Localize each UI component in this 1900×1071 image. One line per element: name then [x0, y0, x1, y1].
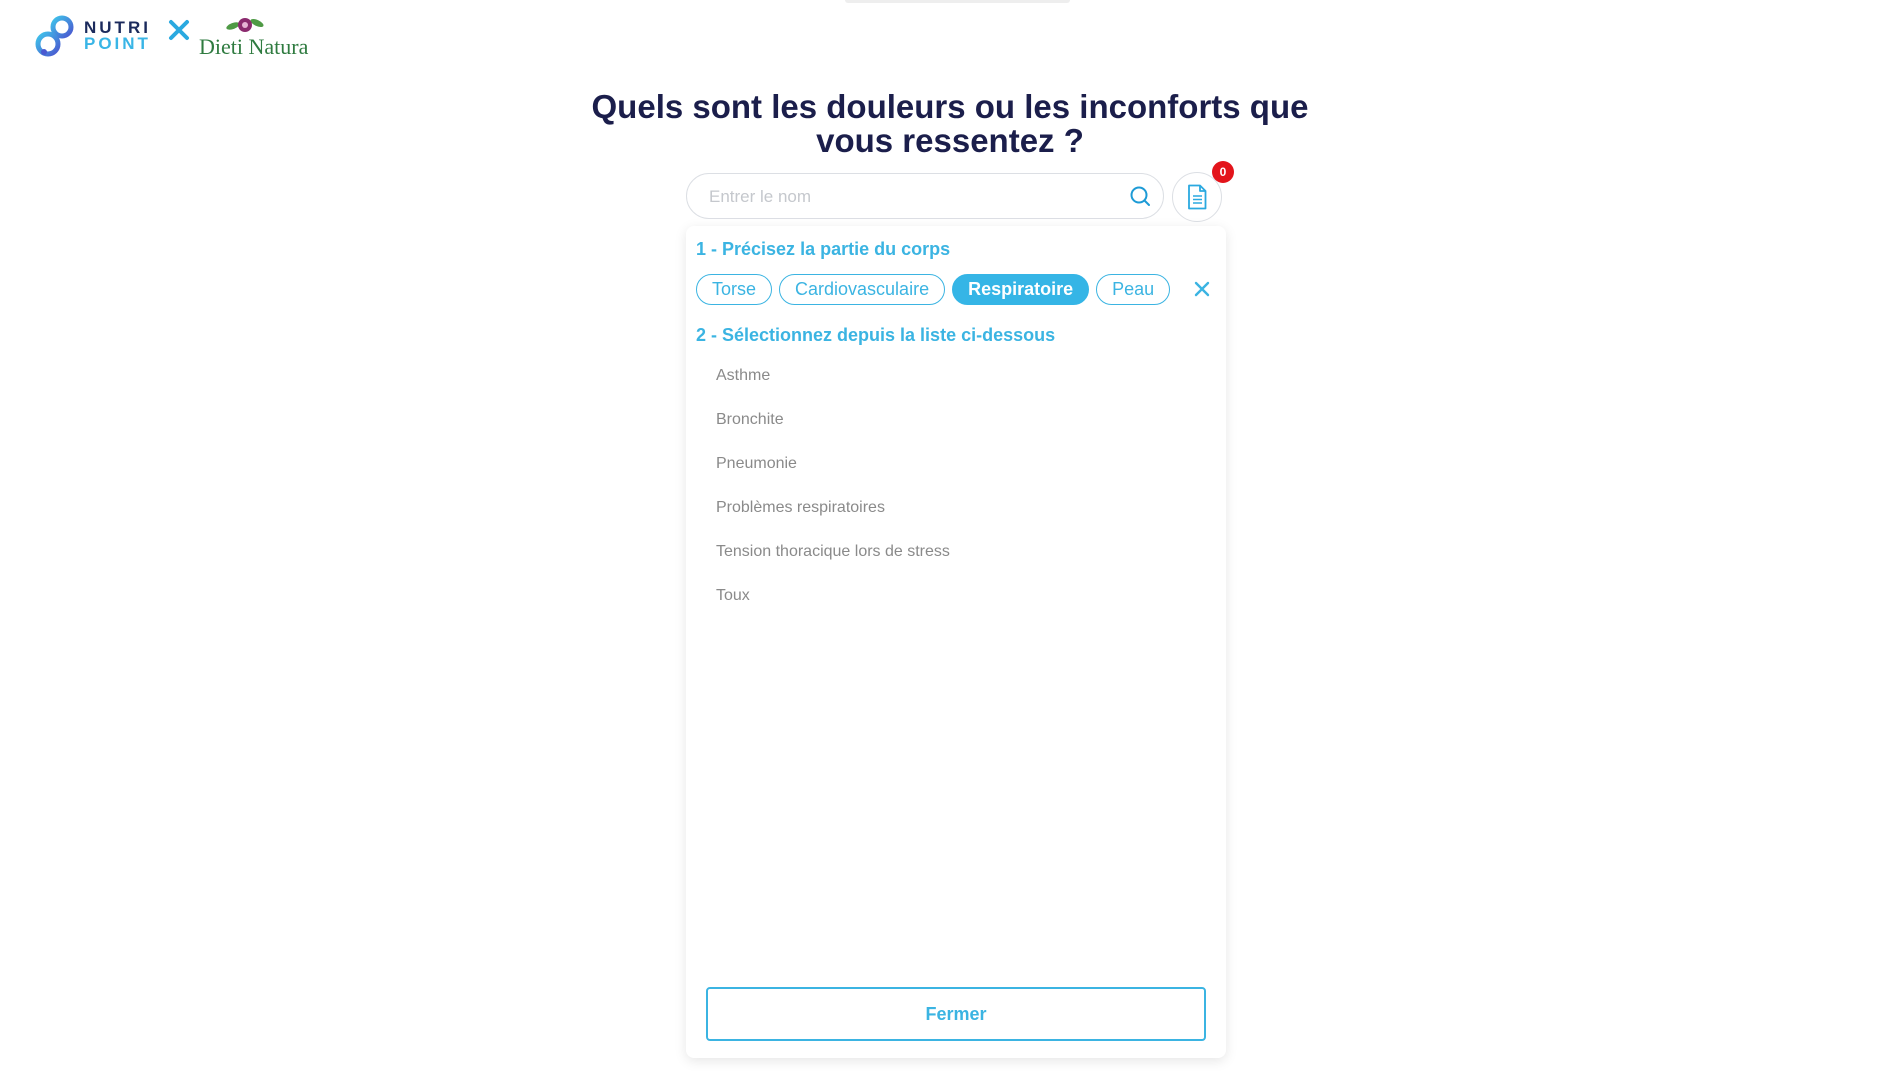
selection-panel: 1 - Précisez la partie du corps Torse Car…: [686, 226, 1226, 1058]
nutripoint-logo-icon: [35, 15, 74, 57]
list-item-pneumonie[interactable]: Pneumonie: [686, 442, 1226, 486]
document-icon: [1188, 184, 1207, 210]
chip-torse[interactable]: Torse: [696, 274, 773, 305]
search-box: [686, 173, 1164, 219]
step2-label: 2 - Sélectionnez depuis la liste ci-dess…: [696, 325, 1056, 345]
list-item-bronchite[interactable]: Bronchite: [686, 398, 1226, 442]
chip-peau[interactable]: Peau: [1096, 274, 1171, 305]
chip-cardiovasculaire[interactable]: Cardiovasculaire: [779, 274, 946, 305]
top-handle: [845, 0, 1070, 3]
list-item-asthme[interactable]: Asthme: [686, 354, 1226, 398]
dietinatura-wordmark: Dieti Natura: [199, 34, 309, 59]
dietinatura-logo: Dieti Natura: [199, 14, 339, 60]
body-part-chips: Torse Cardiovasculaire Respiratoire Peau: [696, 274, 1186, 308]
nutripoint-wordmark: NUTRI POINT: [84, 19, 151, 53]
brand-logo[interactable]: NUTRI POINT Dieti Natura: [34, 12, 334, 62]
step1-label: 1 - Précisez la partie du corps: [696, 239, 951, 259]
list-item-toux[interactable]: Toux: [686, 574, 1226, 618]
selection-count-badge: 0: [1212, 161, 1234, 183]
chip-respiratoire[interactable]: Respiratoire: [952, 274, 1090, 305]
list-item-tension-thoracique[interactable]: Tension thoracique lors de stress: [686, 530, 1226, 574]
x-separator-icon: [169, 20, 189, 40]
close-icon[interactable]: [1193, 280, 1211, 298]
page-title: Quels sont les douleurs ou les inconfort…: [591, 88, 1309, 159]
search-icon[interactable]: [1129, 185, 1151, 207]
close-button[interactable]: Fermer: [706, 987, 1206, 1041]
nutripoint-line2: POINT: [84, 34, 151, 53]
search-input[interactable]: [707, 174, 1101, 219]
condition-list: Asthme Bronchite Pneumonie Problèmes res…: [686, 354, 1226, 618]
list-item-problemes-respiratoires[interactable]: Problèmes respiratoires: [686, 486, 1226, 530]
